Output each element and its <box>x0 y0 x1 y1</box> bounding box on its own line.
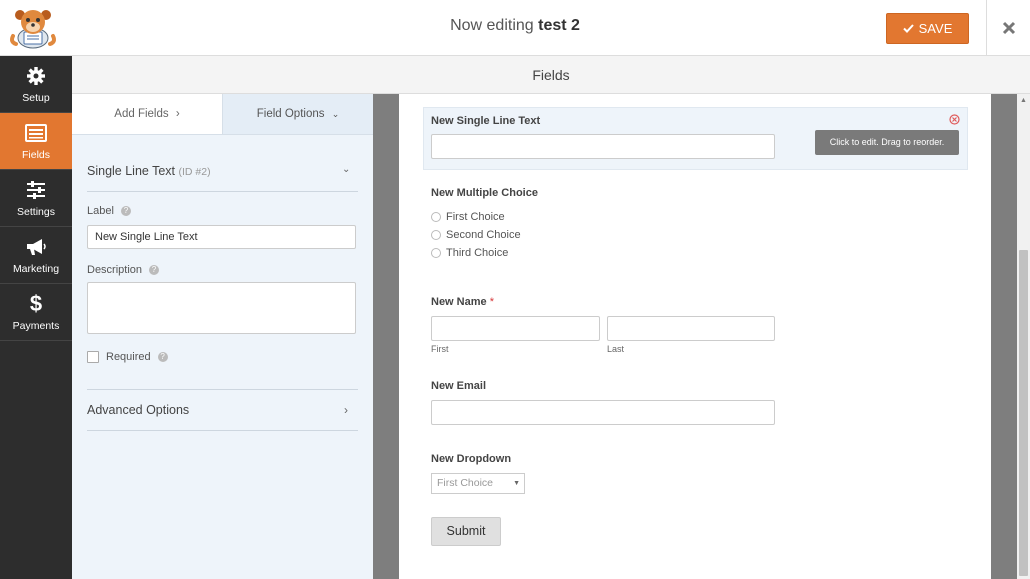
nav-label-marketing: Marketing <box>12 263 60 275</box>
field-id: (ID #2) <box>178 166 211 178</box>
single-line-input <box>431 134 775 159</box>
collapse-chevron-icon[interactable]: ⌄ <box>342 164 350 175</box>
name-label: New Name * <box>431 296 494 308</box>
name-label-text: New Name <box>431 296 487 308</box>
fields-list-icon <box>0 122 72 144</box>
preview-scrollbar[interactable]: ▲ <box>1017 94 1030 579</box>
scroll-thumb[interactable] <box>1019 250 1028 576</box>
help-icon[interactable]: ? <box>157 352 168 362</box>
nav-label-settings: Settings <box>17 206 55 218</box>
dollar-icon: $ <box>29 291 43 316</box>
dropdown-arrow-icon: ▼ <box>513 480 520 487</box>
name-first-input[interactable] <box>431 316 600 341</box>
remove-field-icon[interactable] <box>949 112 960 125</box>
nav-label-payments: Payments <box>12 320 60 332</box>
megaphone-icon <box>0 236 72 258</box>
chevron-right-icon: › <box>175 108 180 120</box>
nav-item-setup[interactable]: Setup <box>0 56 72 113</box>
section-title: Fields <box>72 56 1030 94</box>
panel-tabs: Add Fields › Field Options ⌄ <box>72 94 373 135</box>
required-caption-text: Required <box>106 351 151 363</box>
tab-field-options[interactable]: Field Options ⌄ <box>222 94 373 135</box>
nav-item-payments[interactable]: $ Payments <box>0 284 72 341</box>
tab-add-fields[interactable]: Add Fields › <box>72 94 222 135</box>
close-icon <box>1002 21 1015 35</box>
divider <box>87 389 358 390</box>
dropdown-label: New Dropdown <box>431 453 512 465</box>
name-last-sublabel: Last <box>607 344 625 354</box>
description-caption: Description? <box>87 264 160 276</box>
submit-button[interactable]: Submit <box>431 517 501 546</box>
required-checkbox[interactable] <box>87 351 99 363</box>
description-textarea[interactable] <box>87 282 356 334</box>
close-button[interactable] <box>986 0 1030 56</box>
sliders-icon <box>0 179 72 201</box>
advanced-options-toggle[interactable]: Advanced Options <box>87 403 189 417</box>
scroll-up-arrow-icon[interactable]: ▲ <box>1017 94 1030 107</box>
divider <box>87 191 358 192</box>
radio-third-choice[interactable] <box>431 248 441 258</box>
radio-second-choice[interactable] <box>431 230 441 240</box>
save-button[interactable]: SAVE <box>886 13 969 44</box>
tab-add-fields-label: Add Fields <box>114 108 169 120</box>
tab-field-options-label: Field Options <box>256 108 325 120</box>
help-icon[interactable]: ? <box>120 206 131 216</box>
help-icon[interactable]: ? <box>149 265 160 275</box>
radio-first-choice[interactable] <box>431 212 441 222</box>
name-last-input[interactable] <box>607 316 775 341</box>
nav-label-setup: Setup <box>22 92 50 104</box>
left-nav: Setup Fields Settings Marketing $ Paymen… <box>0 56 72 579</box>
checkmark-icon <box>902 24 914 33</box>
divider <box>87 430 358 431</box>
radio-label: Third Choice <box>446 247 509 259</box>
dropdown-value: First Choice <box>437 477 494 489</box>
nav-item-settings[interactable]: Settings <box>0 170 72 227</box>
required-marker: * <box>489 296 494 308</box>
page-title: Now editing test 2 <box>0 17 1030 35</box>
field-type: Single Line Text <box>87 164 176 178</box>
email-input[interactable] <box>431 400 775 425</box>
edit-tooltip: Click to edit. Drag to reorder. <box>815 130 959 155</box>
label-caption: Label? <box>87 205 131 217</box>
title-prefix: Now editing <box>450 17 534 34</box>
nav-item-fields[interactable]: Fields <box>0 113 72 170</box>
required-caption: Required? <box>106 351 168 363</box>
description-caption-text: Description <box>87 264 143 276</box>
gear-icon <box>0 65 72 87</box>
nav-label-fields: Fields <box>21 149 50 161</box>
chevron-right-icon[interactable]: › <box>344 403 348 417</box>
email-label: New Email <box>431 380 487 392</box>
radio-label: First Choice <box>446 211 505 223</box>
single-line-label: New Single Line Text <box>431 115 541 127</box>
dropdown-select[interactable]: First Choice ▼ <box>431 473 525 494</box>
radio-label: Second Choice <box>446 229 521 241</box>
multiple-choice-label: New Multiple Choice <box>431 187 538 199</box>
label-input[interactable] <box>87 225 356 249</box>
chevron-down-icon: ⌄ <box>331 109 340 119</box>
top-bar: Now editing test 2 SAVE <box>0 0 1030 56</box>
field-options-panel: Add Fields › Field Options ⌄ Single Line… <box>72 94 373 579</box>
nav-item-marketing[interactable]: Marketing <box>0 227 72 284</box>
name-first-sublabel: First <box>431 344 449 354</box>
form-name: test 2 <box>538 17 580 34</box>
label-caption-text: Label <box>87 205 114 217</box>
field-group-title[interactable]: Single Line Text (ID #2) <box>87 164 211 178</box>
save-label: SAVE <box>918 21 953 36</box>
